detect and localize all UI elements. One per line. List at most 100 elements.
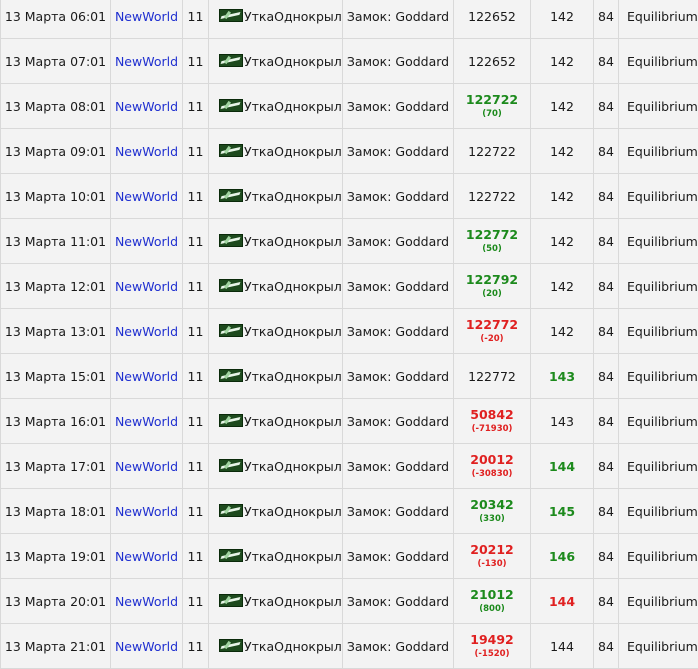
reputation-value: 21012 xyxy=(454,587,530,602)
clan-name-cell: Equilibrium xyxy=(619,309,698,354)
world-link[interactable]: NewWorld xyxy=(111,219,183,264)
world-link[interactable]: NewWorld xyxy=(111,0,183,39)
world-link[interactable]: NewWorld xyxy=(111,264,183,309)
world-link[interactable]: NewWorld xyxy=(111,444,183,489)
stat-cell: 84 xyxy=(594,354,619,399)
server-number-cell: 11 xyxy=(183,84,209,129)
reputation-change: (70) xyxy=(454,109,530,120)
stat-cell: 84 xyxy=(594,84,619,129)
character-cell[interactable]: УткаОднокрыл xyxy=(209,309,343,354)
character-name[interactable]: УткаОднокрыл xyxy=(244,594,342,609)
character-name[interactable]: УткаОднокрыл xyxy=(244,144,342,159)
character-name[interactable]: УткаОднокрыл xyxy=(244,9,342,24)
character-name[interactable]: УткаОднокрыл xyxy=(244,369,342,384)
castle-cell: Замок: Goddard xyxy=(343,174,454,219)
character-cell[interactable]: УткаОднокрыл xyxy=(209,489,343,534)
character-name[interactable]: УткаОднокрыл xyxy=(244,459,342,474)
level-cell: 144 xyxy=(531,444,594,489)
character-name[interactable]: УткаОднокрыл xyxy=(244,324,342,339)
stat-cell: 84 xyxy=(594,309,619,354)
timestamp-cell: 13 Марта 19:01 xyxy=(1,534,111,579)
castle-cell: Замок: Goddard xyxy=(343,624,454,669)
stat-cell: 84 xyxy=(594,174,619,219)
clan-flag-icon xyxy=(219,324,243,337)
server-number-cell: 11 xyxy=(183,174,209,219)
level-cell: 142 xyxy=(531,129,594,174)
stat-cell: 84 xyxy=(594,219,619,264)
reputation-value: 122772 xyxy=(454,317,530,332)
reputation-cell: 122652 xyxy=(454,39,531,84)
character-cell[interactable]: УткаОднокрыл xyxy=(209,534,343,579)
character-cell[interactable]: УткаОднокрыл xyxy=(209,84,343,129)
reputation-cell: 20212 (-130) xyxy=(454,534,531,579)
table-row: 13 Марта 06:01 NewWorld 11 УткаОднокрыл … xyxy=(1,0,698,39)
clan-flag-icon xyxy=(219,234,243,247)
character-name[interactable]: УткаОднокрыл xyxy=(244,414,342,429)
server-number-cell: 11 xyxy=(183,624,209,669)
character-cell[interactable]: УткаОднокрыл xyxy=(209,39,343,84)
character-cell[interactable]: УткаОднокрыл xyxy=(209,264,343,309)
server-number-cell: 11 xyxy=(183,129,209,174)
world-link[interactable]: NewWorld xyxy=(111,39,183,84)
clan-flag-icon xyxy=(219,279,243,292)
world-link[interactable]: NewWorld xyxy=(111,624,183,669)
character-name[interactable]: УткаОднокрыл xyxy=(244,549,342,564)
reputation-value: 122792 xyxy=(454,272,530,287)
world-link[interactable]: NewWorld xyxy=(111,534,183,579)
character-cell[interactable]: УткаОднокрыл xyxy=(209,219,343,264)
reputation-cell: 19492 (-1520) xyxy=(454,624,531,669)
clan-name-cell: Equilibrium xyxy=(619,489,698,534)
timestamp-cell: 13 Марта 18:01 xyxy=(1,489,111,534)
clan-name-cell: Equilibrium xyxy=(619,354,698,399)
stat-cell: 84 xyxy=(594,0,619,39)
table-row: 13 Марта 13:01 NewWorld 11 УткаОднокрыл … xyxy=(1,309,698,354)
character-cell[interactable]: УткаОднокрыл xyxy=(209,399,343,444)
castle-cell: Замок: Goddard xyxy=(343,399,454,444)
castle-cell: Замок: Goddard xyxy=(343,84,454,129)
character-name[interactable]: УткаОднокрыл xyxy=(244,279,342,294)
world-link[interactable]: NewWorld xyxy=(111,174,183,219)
character-cell[interactable]: УткаОднокрыл xyxy=(209,0,343,39)
world-link[interactable]: NewWorld xyxy=(111,309,183,354)
castle-cell: Замок: Goddard xyxy=(343,444,454,489)
level-cell: 142 xyxy=(531,39,594,84)
reputation-cell: 21012 (800) xyxy=(454,579,531,624)
world-link[interactable]: NewWorld xyxy=(111,399,183,444)
world-link[interactable]: NewWorld xyxy=(111,354,183,399)
reputation-value: 122772 xyxy=(454,227,530,242)
character-cell[interactable]: УткаОднокрыл xyxy=(209,129,343,174)
character-name[interactable]: УткаОднокрыл xyxy=(244,234,342,249)
server-number-cell: 11 xyxy=(183,264,209,309)
stat-cell: 84 xyxy=(594,39,619,84)
clan-flag-icon xyxy=(219,189,243,202)
table-row: 13 Марта 19:01 NewWorld 11 УткаОднокрыл … xyxy=(1,534,698,579)
character-name[interactable]: УткаОднокрыл xyxy=(244,99,342,114)
character-cell[interactable]: УткаОднокрыл xyxy=(209,624,343,669)
table-row: 13 Марта 21:01 NewWorld 11 УткаОднокрыл … xyxy=(1,624,698,669)
clan-name-cell: Equilibrium xyxy=(619,534,698,579)
character-name[interactable]: УткаОднокрыл xyxy=(244,504,342,519)
character-cell[interactable]: УткаОднокрыл xyxy=(209,174,343,219)
character-cell[interactable]: УткаОднокрыл xyxy=(209,579,343,624)
character-name[interactable]: УткаОднокрыл xyxy=(244,189,342,204)
timestamp-cell: 13 Марта 08:01 xyxy=(1,84,111,129)
level-cell: 144 xyxy=(531,579,594,624)
reputation-value: 50842 xyxy=(454,407,530,422)
reputation-cell: 20012 (-30830) xyxy=(454,444,531,489)
world-link[interactable]: NewWorld xyxy=(111,129,183,174)
timestamp-cell: 13 Марта 06:01 xyxy=(1,0,111,39)
timestamp-cell: 13 Марта 09:01 xyxy=(1,129,111,174)
reputation-cell: 122772 xyxy=(454,354,531,399)
character-cell[interactable]: УткаОднокрыл xyxy=(209,444,343,489)
stat-cell: 84 xyxy=(594,624,619,669)
clan-name-cell: Equilibrium xyxy=(619,129,698,174)
character-name[interactable]: УткаОднокрыл xyxy=(244,54,342,69)
character-name[interactable]: УткаОднокрыл xyxy=(244,639,342,654)
stat-cell: 84 xyxy=(594,399,619,444)
castle-cell: Замок: Goddard xyxy=(343,129,454,174)
world-link[interactable]: NewWorld xyxy=(111,489,183,534)
castle-cell: Замок: Goddard xyxy=(343,579,454,624)
character-cell[interactable]: УткаОднокрыл xyxy=(209,354,343,399)
world-link[interactable]: NewWorld xyxy=(111,579,183,624)
world-link[interactable]: NewWorld xyxy=(111,84,183,129)
